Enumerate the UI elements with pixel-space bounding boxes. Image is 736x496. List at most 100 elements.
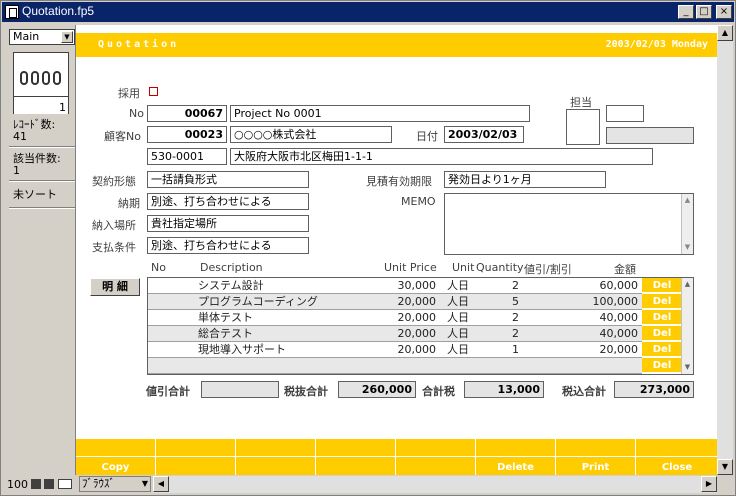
delivery-field[interactable]: 別途、打ち合わせによる [147,193,309,210]
row-unit: 人日 [447,343,469,356]
delete-row-button[interactable]: Del [642,342,682,357]
col-no: No [151,261,166,274]
row-quantity: 2 [512,327,519,340]
col-amount: 金額 [614,263,636,276]
table-row[interactable]: 現地導入サポート 20,000 人日 1 20,000 [148,342,642,358]
status-area: Main ▼ 1 ﾚｺｰﾄﾞ数: 41 該当件数: 1 未ソート [5,25,75,475]
mode-label: ﾌﾞﾗｳｽﾞ [82,477,115,490]
row-description: 単体テスト [198,311,253,324]
memo-scrollbar[interactable]: ▲ ▼ [681,194,693,254]
scroll-left-icon[interactable]: ◀ [153,476,169,492]
table-row[interactable]: 総合テスト 20,000 人日 2 40,000 [148,326,642,342]
scroll-right-icon[interactable]: ▶ [701,476,717,492]
footer-slot[interactable] [156,439,236,475]
chevron-down-icon: ▼ [61,31,73,43]
document-icon [5,5,19,19]
contract-field[interactable]: 一括請負形式 [147,171,309,188]
close-record-button[interactable]: Close [636,439,718,475]
grand-total-field[interactable]: 273,000 [614,381,694,398]
divider [9,146,75,148]
scroll-down-icon: ▼ [684,243,691,251]
line-items-portal[interactable]: システム設計 30,000 人日 2 60,000 プログラムコーディング 20… [147,277,694,375]
table-row[interactable]: 単体テスト 20,000 人日 2 40,000 [148,310,642,326]
horizontal-scrollbar[interactable]: ◀ ▶ [153,476,717,493]
place-label: 納入場所 [92,219,136,232]
ring-icon [20,71,28,85]
zoom-level[interactable]: 100 [7,478,28,491]
delete-row-button[interactable]: Del [642,326,682,341]
zip-field[interactable]: 530-0001 [147,148,227,165]
footer-band: Copy Delete Print Close [76,439,718,475]
validity-field[interactable]: 発効日より1ヶ月 [444,171,606,188]
staff-name-field[interactable] [606,127,694,144]
title-bar: Quotation.fp5 _ □ × [2,2,734,22]
date-field[interactable]: 2003/02/03 [444,126,524,143]
address-field[interactable]: 大阪府大阪市北区梅田1-1-1 [230,148,653,165]
status-area-toggle-icon[interactable] [58,479,72,489]
payment-field[interactable]: 別途、打ち合わせによる [147,237,309,254]
discount-total-field[interactable] [201,381,279,398]
ring-icon [42,71,50,85]
ring-icon [53,71,61,85]
col-unit-price: Unit Price [384,261,437,274]
discount-total-label: 値引合計 [146,385,190,398]
row-unit: 人日 [447,295,469,308]
payment-label: 支払条件 [92,241,136,254]
row-description: システム設計 [198,279,264,292]
tax-field[interactable]: 13,000 [464,381,544,398]
print-button[interactable]: Print [556,439,636,475]
app-window: Quotation.fp5 _ □ × Main ▼ 1 ﾚｺｰﾄﾞ数: 41 … [0,0,736,496]
footer-slot[interactable] [316,439,396,475]
grand-total-label: 税込合計 [562,385,606,398]
delete-row-button[interactable]: Del [642,358,682,373]
row-unit-price: 20,000 [397,327,437,340]
minimize-button[interactable]: _ [678,5,694,19]
copy-button[interactable]: Copy [76,439,156,475]
record-slider[interactable]: 1 [14,96,68,114]
project-field[interactable]: Project No 0001 [230,105,530,122]
row-quantity: 2 [512,279,519,292]
contract-label: 契約形態 [92,175,136,188]
delete-row-button[interactable]: Del [642,310,682,325]
memo-field[interactable]: ▲ ▼ [444,193,694,255]
customer-name-field[interactable]: ○○○○株式会社 [230,126,392,143]
place-field[interactable]: 貴社指定場所 [147,215,309,232]
footer-slot[interactable] [236,439,316,475]
delete-button[interactable]: Delete [476,439,556,475]
table-row[interactable]: プログラムコーディング 20,000 人日 5 100,000 [148,294,642,310]
row-unit: 人日 [447,279,469,292]
scroll-up-icon[interactable]: ▲ [717,25,733,41]
no-label: No [129,107,144,120]
delete-row-button[interactable]: Del [642,278,682,293]
staff-code-field[interactable] [606,105,644,122]
book-icon[interactable]: 1 [13,52,69,114]
scroll-down-icon[interactable]: ▼ [717,459,733,475]
close-button[interactable]: × [716,5,732,19]
details-button[interactable]: 明 細 [90,278,140,296]
table-row-empty[interactable] [148,358,642,374]
quote-no-field[interactable]: 00067 [147,105,227,122]
mode-select[interactable]: ﾌﾞﾗｳｽﾞ ▼ [79,476,151,492]
vertical-scrollbar[interactable]: ▲ ▼ [717,25,733,475]
page-title: Quotation [98,39,180,50]
customer-no-label: 顧客No [104,130,141,143]
customer-no-field[interactable]: 00023 [147,126,227,143]
divider [9,207,75,209]
row-description: 現地導入サポート [198,343,286,356]
adopt-checkbox[interactable] [149,87,158,96]
subtotal-field[interactable]: 260,000 [338,381,416,398]
portal-scrollbar[interactable]: ▲ ▼ [681,278,693,374]
layout-select[interactable]: Main ▼ [9,29,75,45]
zoom-out-icon[interactable] [31,479,41,489]
layout-area: Quotation 2003/02/03 Monday 採用 No 00067 … [75,25,718,475]
table-row[interactable]: システム設計 30,000 人日 2 60,000 [148,278,642,294]
delete-row-button[interactable]: Del [642,294,682,309]
staff-stamp-field[interactable] [566,109,600,145]
header-band: Quotation 2003/02/03 Monday [76,33,718,57]
footer-slot[interactable] [396,439,476,475]
maximize-button[interactable]: □ [696,5,712,19]
subtotal-label: 税抜合計 [284,385,328,398]
col-quantity: Quantity [476,261,524,274]
row-quantity: 1 [512,343,519,356]
zoom-in-icon[interactable] [44,479,54,489]
